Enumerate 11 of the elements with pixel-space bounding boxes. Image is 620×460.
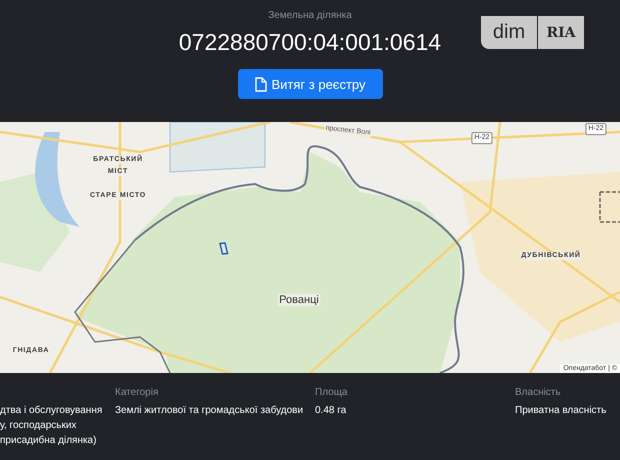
cadastral-number: 0722880700:04:001:0614 <box>178 28 442 57</box>
field-value: дтва і обслуговування у, господарських присадибна ділянка) <box>0 404 104 448</box>
place-label: Рованці <box>278 294 320 306</box>
field-value: Приватна власність <box>515 404 608 418</box>
field-label: Площа <box>315 386 348 399</box>
field-label: Власність <box>515 386 562 399</box>
field-value: 0.48 га <box>315 404 348 418</box>
registry-extract-button[interactable]: Витяг з реєстру <box>238 69 382 99</box>
field-label: Категорія <box>115 386 160 399</box>
plot-subtitle: Земельна ділянка <box>268 9 352 23</box>
field-value: Землі житлової та громадської забудови <box>115 404 304 418</box>
